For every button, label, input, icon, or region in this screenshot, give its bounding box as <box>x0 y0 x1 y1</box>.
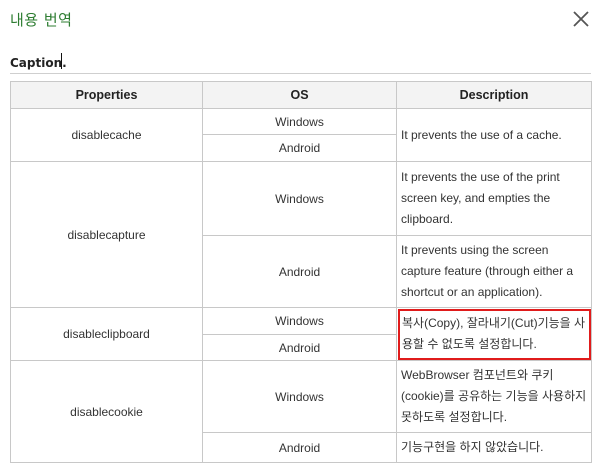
os-cell: Windows <box>202 360 397 433</box>
table-row: disablecache Windows It prevents the use… <box>10 108 592 162</box>
table-row: disablecapture Windows It prevents the u… <box>10 161 592 308</box>
os-cell: Windows <box>202 307 397 335</box>
close-icon[interactable] <box>568 6 594 32</box>
table-row: disablecookie Windows WebBrowser 컴포넌트와 쿠… <box>10 360 592 463</box>
table-row: disableclipboard Windows 복사(Copy), 잘라내기(… <box>10 307 592 361</box>
property-cell: disableclipboard <box>10 307 203 361</box>
dialog-title: 내용 번역 <box>10 11 73 29</box>
os-cell: Android <box>202 134 397 162</box>
highlighted-description-cell: 복사(Copy), 잘라내기(Cut)기능을 사용할 수 없도록 설정합니다. <box>396 307 592 361</box>
os-cell: Windows <box>202 108 397 135</box>
description-cell: WebBrowser 컴포넌트와 쿠키(cookie)를 공유하는 기능을 사용… <box>396 360 592 433</box>
os-cell: Android <box>202 334 397 361</box>
description-cell: It prevents the use of a cache. <box>396 108 592 162</box>
caption-input[interactable]: Caption. <box>10 52 591 74</box>
caption-text: Caption. <box>10 56 67 70</box>
properties-table: Properties OS Description disablecache W… <box>10 81 592 463</box>
translate-dialog: 내용 번역 Caption. Properties OS Description… <box>0 0 600 470</box>
os-cell: Android <box>202 235 397 308</box>
property-cell: disablecache <box>10 108 203 162</box>
table-header-row: Properties OS Description <box>10 81 592 109</box>
description-cell: It prevents using the screen capture fea… <box>396 235 592 308</box>
header-description: Description <box>396 81 592 109</box>
property-cell: disablecookie <box>10 360 203 463</box>
text-cursor <box>61 53 62 69</box>
description-cell: It prevents the use of the print screen … <box>396 161 592 236</box>
header-properties: Properties <box>10 81 203 109</box>
os-cell: Windows <box>202 161 397 236</box>
description-cell: 기능구현을 하지 않았습니다. <box>396 432 592 463</box>
os-cell: Android <box>202 432 397 463</box>
header-os: OS <box>202 81 397 109</box>
property-cell: disablecapture <box>10 161 203 308</box>
